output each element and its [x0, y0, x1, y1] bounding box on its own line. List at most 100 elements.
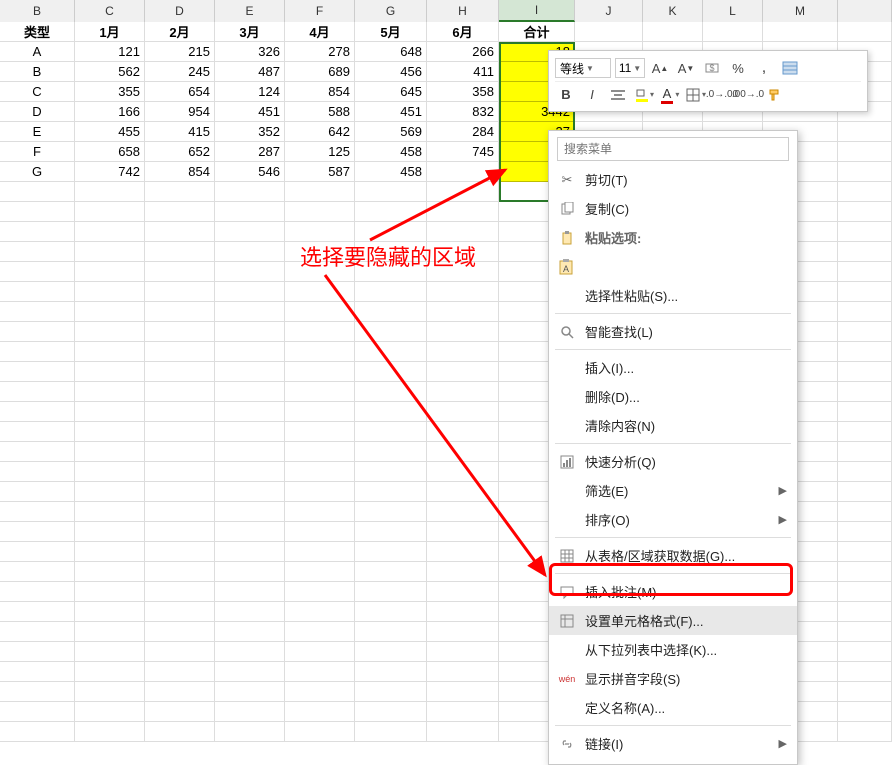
empty-cell[interactable] — [0, 322, 75, 342]
empty-cell[interactable] — [145, 382, 215, 402]
empty-cell[interactable] — [145, 482, 215, 502]
header-cell[interactable]: 2月 — [145, 22, 215, 42]
empty-cell[interactable] — [285, 382, 355, 402]
empty-cell[interactable] — [427, 582, 499, 602]
empty-cell[interactable] — [0, 262, 75, 282]
empty-cell[interactable] — [838, 482, 892, 502]
empty-cell[interactable] — [75, 422, 145, 442]
empty-cell[interactable] — [75, 602, 145, 622]
col-header-D[interactable]: D — [145, 0, 215, 22]
empty-cell[interactable] — [215, 662, 285, 682]
data-cell[interactable]: 652 — [145, 142, 215, 162]
empty-cell[interactable] — [427, 202, 499, 222]
format-table-icon[interactable] — [779, 57, 801, 79]
empty-cell[interactable] — [215, 442, 285, 462]
empty-cell[interactable] — [427, 622, 499, 642]
data-cell[interactable]: 287 — [215, 142, 285, 162]
data-cell[interactable]: 546 — [215, 162, 285, 182]
empty-cell[interactable] — [285, 442, 355, 462]
empty-cell[interactable] — [145, 682, 215, 702]
data-cell[interactable]: 456 — [355, 62, 427, 82]
empty-cell[interactable] — [145, 342, 215, 362]
empty-cell[interactable] — [215, 182, 285, 202]
empty-cell[interactable] — [285, 242, 355, 262]
empty-cell[interactable] — [838, 722, 892, 742]
menu-smart-lookup[interactable]: 智能查找(L) — [549, 317, 797, 346]
menu-define-name[interactable]: 定义名称(A)... — [549, 693, 797, 722]
data-cell[interactable]: 854 — [285, 82, 355, 102]
empty-cell[interactable] — [215, 222, 285, 242]
empty-cell[interactable] — [427, 542, 499, 562]
empty-cell[interactable] — [427, 462, 499, 482]
data-cell[interactable]: 654 — [145, 82, 215, 102]
empty-cell[interactable] — [838, 442, 892, 462]
empty-cell[interactable] — [75, 202, 145, 222]
empty-cell[interactable] — [355, 322, 427, 342]
empty-cell[interactable] — [355, 342, 427, 362]
data-cell[interactable]: D — [0, 102, 75, 122]
empty-cell[interactable] — [145, 702, 215, 722]
header-cell[interactable] — [703, 22, 763, 42]
empty-cell[interactable] — [838, 22, 892, 42]
empty-cell[interactable] — [285, 262, 355, 282]
data-cell[interactable]: 266 — [427, 42, 499, 62]
empty-cell[interactable] — [838, 702, 892, 722]
data-cell[interactable]: 569 — [355, 122, 427, 142]
data-cell[interactable]: G — [0, 162, 75, 182]
data-cell[interactable]: B — [0, 62, 75, 82]
empty-cell[interactable] — [427, 602, 499, 622]
data-cell[interactable]: 487 — [215, 62, 285, 82]
data-cell[interactable]: 124 — [215, 82, 285, 102]
data-cell[interactable]: 125 — [285, 142, 355, 162]
empty-cell[interactable] — [145, 622, 215, 642]
empty-cell[interactable] — [0, 222, 75, 242]
empty-cell[interactable] — [215, 282, 285, 302]
menu-search[interactable] — [557, 137, 789, 161]
empty-cell[interactable] — [427, 322, 499, 342]
data-cell[interactable]: 854 — [145, 162, 215, 182]
data-cell[interactable]: 352 — [215, 122, 285, 142]
empty-cell[interactable] — [838, 222, 892, 242]
data-cell[interactable]: 645 — [355, 82, 427, 102]
empty-cell[interactable] — [285, 222, 355, 242]
empty-cell[interactable] — [215, 362, 285, 382]
empty-cell[interactable] — [355, 522, 427, 542]
empty-cell[interactable] — [145, 502, 215, 522]
empty-cell[interactable] — [145, 182, 215, 202]
empty-cell[interactable] — [427, 702, 499, 722]
empty-cell[interactable] — [285, 582, 355, 602]
empty-cell[interactable] — [0, 382, 75, 402]
empty-cell[interactable] — [0, 602, 75, 622]
data-cell[interactable]: 451 — [355, 102, 427, 122]
empty-cell[interactable] — [145, 422, 215, 442]
empty-cell[interactable] — [145, 442, 215, 462]
empty-cell[interactable] — [145, 582, 215, 602]
empty-cell[interactable] — [215, 202, 285, 222]
data-cell[interactable]: 562 — [75, 62, 145, 82]
empty-cell[interactable] — [285, 722, 355, 742]
align-center-icon[interactable] — [607, 84, 629, 106]
empty-cell[interactable] — [355, 242, 427, 262]
empty-cell[interactable] — [285, 482, 355, 502]
empty-cell[interactable] — [75, 182, 145, 202]
empty-cell[interactable] — [145, 522, 215, 542]
empty-cell[interactable] — [838, 142, 892, 162]
empty-cell[interactable] — [355, 582, 427, 602]
empty-cell[interactable] — [215, 582, 285, 602]
empty-cell[interactable] — [355, 382, 427, 402]
empty-cell[interactable] — [145, 562, 215, 582]
empty-cell[interactable] — [0, 402, 75, 422]
empty-cell[interactable] — [145, 462, 215, 482]
empty-cell[interactable] — [0, 502, 75, 522]
header-cell[interactable] — [763, 22, 838, 42]
empty-cell[interactable] — [355, 442, 427, 462]
empty-cell[interactable] — [215, 402, 285, 422]
empty-cell[interactable] — [215, 722, 285, 742]
empty-cell[interactable] — [215, 322, 285, 342]
empty-cell[interactable] — [427, 402, 499, 422]
empty-cell[interactable] — [838, 682, 892, 702]
data-cell[interactable]: 689 — [285, 62, 355, 82]
empty-cell[interactable] — [0, 282, 75, 302]
empty-cell[interactable] — [75, 702, 145, 722]
empty-cell[interactable] — [75, 442, 145, 462]
